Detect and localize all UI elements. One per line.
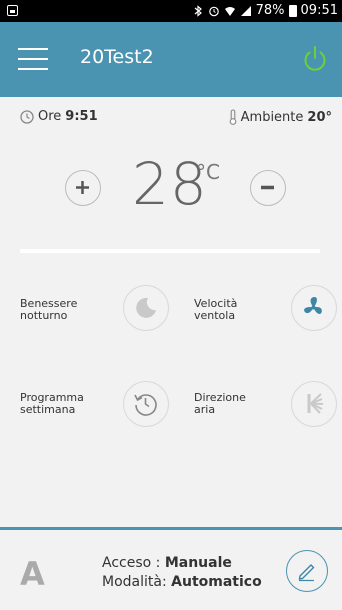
history-clock-icon bbox=[134, 394, 157, 416]
decrease-temperature-button[interactable] bbox=[250, 170, 286, 206]
time-label: Ore bbox=[38, 109, 62, 124]
fan-icon bbox=[304, 296, 322, 315]
moon-icon bbox=[136, 297, 156, 318]
battery-icon bbox=[288, 4, 297, 17]
alarm-icon bbox=[208, 6, 219, 16]
minus-icon bbox=[261, 185, 274, 190]
fan-speed-button[interactable] bbox=[291, 285, 337, 331]
battery-percent: 78% bbox=[255, 3, 285, 18]
wifi-icon bbox=[224, 6, 235, 16]
hamburger-menu-icon[interactable] bbox=[18, 48, 48, 70]
air-direction-icon bbox=[307, 393, 324, 414]
temperature-unit: °C bbox=[196, 160, 220, 184]
increase-temperature-button[interactable] bbox=[65, 170, 101, 206]
ambient-value: 20° bbox=[307, 109, 332, 125]
pencil-icon bbox=[298, 564, 315, 582]
modalita-line: Modalità: Automatico bbox=[102, 574, 262, 590]
ambient-temperature: Ambiente 20° bbox=[229, 109, 332, 125]
page-title: 20Test2 bbox=[80, 46, 154, 68]
status-footer: A Acceso : Manuale Modalità: Automatico bbox=[0, 527, 342, 610]
modalita-label: Modalità: bbox=[102, 574, 167, 590]
acceso-label: Acceso : bbox=[102, 555, 161, 571]
air-direction-label: Direzione aria bbox=[194, 391, 246, 416]
modalita-value: Automatico bbox=[171, 574, 262, 590]
acceso-value: Manuale bbox=[164, 555, 232, 571]
time-value: 9:51 bbox=[65, 109, 98, 124]
divider bbox=[20, 249, 320, 253]
power-icon[interactable] bbox=[302, 45, 328, 73]
mode-letter: A bbox=[20, 555, 45, 593]
night-comfort-label: Benessere notturno bbox=[20, 297, 78, 322]
current-time: Ore 9:51 bbox=[20, 109, 98, 124]
air-direction-button[interactable] bbox=[291, 381, 337, 427]
thermometer-icon bbox=[229, 109, 236, 125]
ambient-label: Ambiente bbox=[240, 109, 304, 125]
week-program-label: Programma settimana bbox=[20, 391, 84, 416]
clock-icon bbox=[20, 109, 34, 124]
fan-speed-label: Velocità ventola bbox=[194, 297, 238, 322]
bluetooth-icon bbox=[194, 4, 202, 17]
week-program-button[interactable] bbox=[123, 381, 169, 427]
status-bar: 78% 09:51 bbox=[0, 0, 342, 22]
plus-icon bbox=[76, 181, 89, 194]
edit-button[interactable] bbox=[286, 550, 328, 592]
status-time: 09:51 bbox=[300, 3, 338, 18]
app-header: 20Test2 bbox=[0, 22, 342, 97]
signal-icon bbox=[240, 5, 251, 16]
acceso-line: Acceso : Manuale bbox=[102, 555, 232, 571]
screenshot-notification-icon bbox=[7, 5, 18, 16]
night-comfort-button[interactable] bbox=[123, 285, 169, 331]
